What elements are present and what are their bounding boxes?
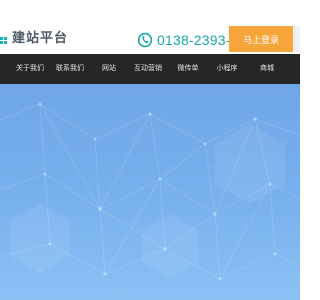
- nav-item-mall[interactable]: 商城: [250, 54, 284, 84]
- nav-item-micro-flyer[interactable]: 微传单: [170, 54, 206, 84]
- login-button[interactable]: 马上登录: [229, 26, 293, 52]
- phone-icon: [138, 32, 152, 48]
- nav-item-website[interactable]: 网站: [92, 54, 126, 84]
- logo-mark-icon: [0, 35, 7, 49]
- nav-item-mini-program[interactable]: 小程序: [207, 54, 247, 84]
- logo-text: 建站平台: [12, 30, 69, 46]
- nav-item-interactive-marketing[interactable]: 互动营销: [128, 54, 168, 84]
- hero-banner: [0, 84, 300, 300]
- header-edge-button[interactable]: [294, 26, 300, 52]
- main-nav: 关于我们 联系我们 网站 互动营销 微传单 小程序 商城: [0, 54, 300, 84]
- banner-network-pattern: [0, 102, 300, 281]
- site-header: 建站平台 0138-2393-6940 马上登录: [0, 0, 300, 54]
- nav-item-contact[interactable]: 联系我们: [50, 54, 90, 84]
- site-logo[interactable]: 建站平台: [0, 31, 68, 52]
- nav-item-about[interactable]: 关于我们: [10, 54, 50, 84]
